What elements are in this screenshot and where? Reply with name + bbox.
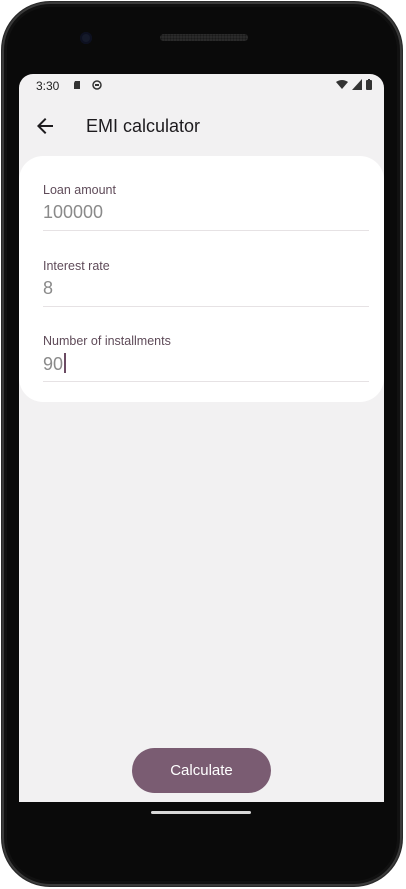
interest-rate-label: Interest rate <box>43 259 110 273</box>
installments-input[interactable]: 90 <box>43 354 63 374</box>
interest-rate-field[interactable]: Interest rate 8 <box>43 259 369 307</box>
page-title: EMI calculator <box>86 116 201 136</box>
interest-rate-underline <box>43 306 369 307</box>
device-frame: 3:30 EMI calculator Loan amount 100000 I… <box>0 0 406 889</box>
loan-amount-label: Loan amount <box>43 183 116 197</box>
face-icon <box>92 80 102 90</box>
earpiece-speaker <box>160 34 248 41</box>
signal-icon <box>352 79 362 90</box>
calculate-button[interactable]: Calculate <box>132 748 271 793</box>
loan-amount-underline <box>43 230 369 231</box>
text-cursor <box>64 353 67 373</box>
sd-card-icon <box>74 81 80 89</box>
interest-rate-input[interactable]: 8 <box>43 278 369 300</box>
loan-amount-field[interactable]: Loan amount 100000 <box>43 183 369 231</box>
status-right-icons <box>336 79 372 90</box>
installments-input-wrapper[interactable]: 90 <box>43 353 369 375</box>
loan-amount-input[interactable]: 100000 <box>43 202 369 224</box>
installments-underline <box>43 381 369 382</box>
form-card: Loan amount 100000 Interest rate 8 Numbe… <box>19 156 384 402</box>
front-camera <box>80 32 92 44</box>
battery-icon <box>366 79 372 90</box>
installments-label: Number of installments <box>43 334 171 348</box>
wifi-icon <box>336 80 348 89</box>
top-app-bar: EMI calculator <box>19 98 384 154</box>
installments-field[interactable]: Number of installments 90 <box>43 334 369 382</box>
status-bar: 3:30 <box>19 74 384 98</box>
back-arrow-icon[interactable] <box>33 114 57 138</box>
app-screen: 3:30 EMI calculator Loan amount 100000 I… <box>19 74 384 802</box>
status-time: 3:30 <box>36 79 60 93</box>
gesture-nav-bar[interactable] <box>151 811 251 814</box>
